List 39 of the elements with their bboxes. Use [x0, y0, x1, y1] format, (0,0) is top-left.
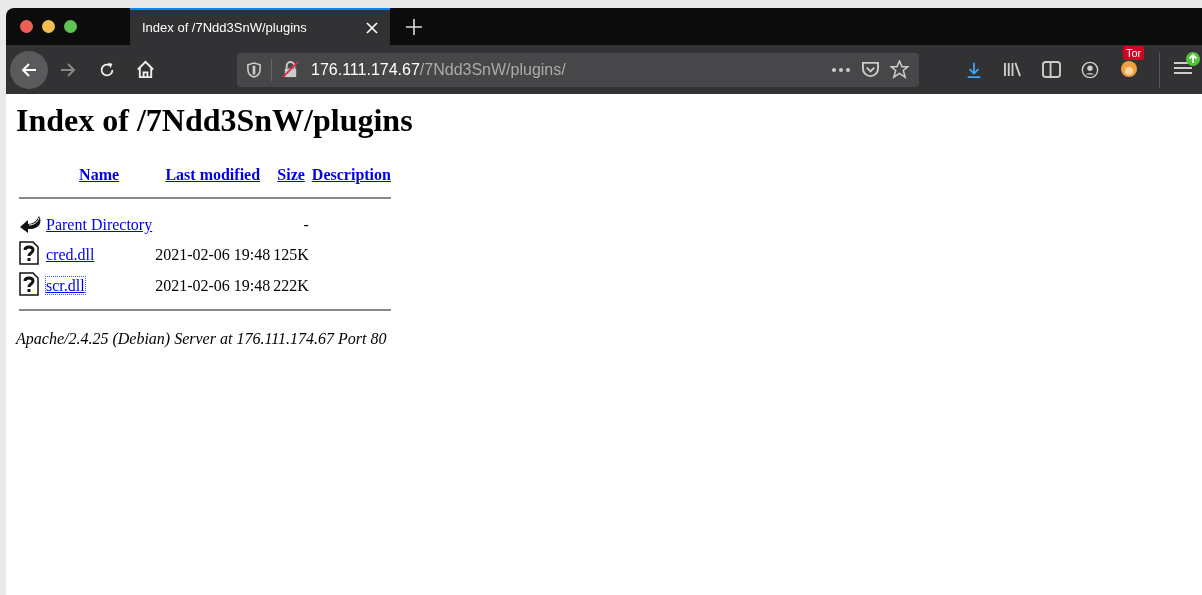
back-button[interactable] [10, 50, 48, 89]
zoom-window-icon[interactable] [64, 20, 77, 33]
url-text: 176.111.174.67/7Ndd3SnW/plugins/ [311, 60, 566, 79]
library-icon[interactable] [1003, 61, 1022, 78]
sidebar-icon[interactable] [1042, 61, 1061, 78]
server-signature: Apache/2.4.25 (Debian) Server at 176.111.174.67 Port 80 [16, 330, 388, 348]
extension-badge: Tor [1123, 45, 1145, 60]
unknown-file-icon [19, 272, 39, 296]
file-size: - [303, 216, 309, 233]
menu-icon[interactable] [1174, 60, 1192, 75]
minimize-window-icon[interactable] [42, 20, 55, 33]
browser-tab[interactable]: Index of /7Ndd3SnW/plugins [130, 8, 390, 45]
close-icon[interactable] [366, 21, 378, 34]
modified-date: 2021-02-06 19:48 [155, 277, 271, 294]
file-link[interactable]: Parent Directory [46, 216, 153, 233]
unknown-file-icon [19, 241, 39, 265]
column-sort-link[interactable]: Size [277, 166, 305, 183]
update-icon [1186, 51, 1200, 66]
address-bar[interactable]: 176.111.174.67/7Ndd3SnW/plugins/ [237, 52, 919, 87]
page-heading: Index of /7Ndd3SnW/plugins [16, 102, 414, 139]
file-link[interactable]: scr.dll [46, 277, 85, 294]
new-tab-icon[interactable] [406, 18, 422, 35]
account-icon[interactable] [1081, 60, 1099, 79]
modified-date: 2021-02-06 19:48 [155, 246, 271, 263]
file-size: 222K [273, 277, 309, 294]
shield-icon[interactable] [247, 61, 261, 78]
file-size: 125K [273, 246, 309, 263]
close-window-icon[interactable] [20, 20, 33, 33]
more-icon[interactable] [831, 66, 851, 73]
download-icon[interactable] [965, 60, 983, 79]
reload-icon[interactable] [98, 60, 116, 79]
file-link[interactable]: cred.dll [46, 246, 95, 263]
column-sort-link[interactable]: Last modified [165, 166, 261, 183]
home-icon[interactable] [136, 60, 155, 79]
insecure-lock-icon[interactable] [282, 61, 299, 78]
pocket-icon[interactable] [861, 61, 880, 78]
column-sort-link[interactable]: Description [311, 166, 391, 183]
column-sort-link[interactable]: Name [79, 166, 120, 183]
star-icon[interactable] [890, 60, 909, 79]
